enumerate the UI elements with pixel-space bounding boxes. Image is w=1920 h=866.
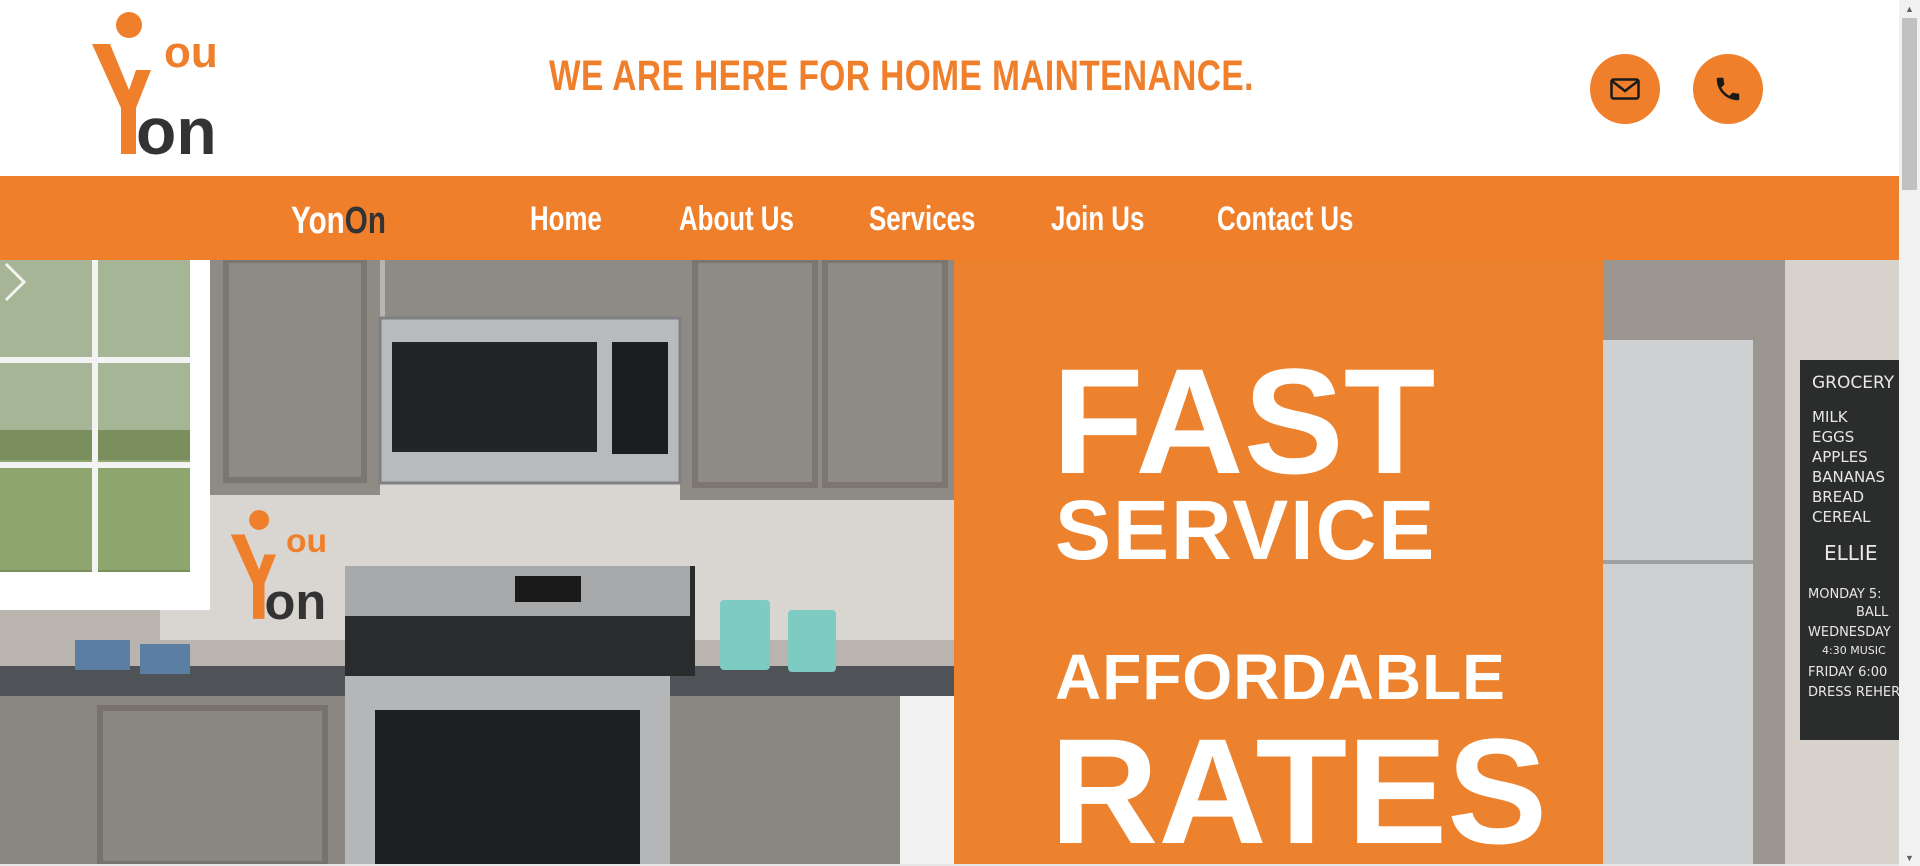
header-tagline: WE ARE HERE FOR HOME MAINTENANCE. bbox=[549, 52, 1254, 100]
phone-icon bbox=[1716, 77, 1740, 101]
chalkboard-line: BANANAS bbox=[1812, 468, 1885, 486]
nav-item-about-us[interactable]: About Us bbox=[679, 200, 794, 239]
chalkboard-line: WEDNESDAY bbox=[1808, 625, 1891, 640]
chalkboard-line: ELLIE bbox=[1824, 541, 1877, 565]
chalkboard-line: GROCERY L bbox=[1812, 373, 1899, 393]
scroll-up-arrow-icon[interactable]: ▲ bbox=[1899, 0, 1920, 17]
nav-item-home[interactable]: Home bbox=[530, 200, 602, 239]
logo-bottom-text: on bbox=[136, 94, 217, 162]
main-nav: YonOn Home About Us Services Join Us Con… bbox=[0, 176, 1899, 260]
overlay-logo-top-text: ou bbox=[286, 522, 327, 560]
chalkboard-line: EGGS bbox=[1812, 428, 1854, 446]
chalkboard-line: FRIDAY 6:00 bbox=[1808, 665, 1887, 680]
nav-item-contact-us[interactable]: Contact Us bbox=[1217, 200, 1353, 239]
hero-headline-service: SERVICE bbox=[1055, 483, 1437, 577]
chalkboard-line: BREAD bbox=[1812, 488, 1864, 506]
hero-overlay-logo: ou on bbox=[230, 510, 327, 625]
mail-icon bbox=[1610, 78, 1640, 100]
brand-logo[interactable]: ou on bbox=[92, 12, 227, 168]
chalkboard-line: CEREAL bbox=[1812, 508, 1871, 526]
site-header: ou on WE ARE HERE FOR HOME MAINTENANCE. bbox=[0, 0, 1899, 176]
nav-item-services[interactable]: Services bbox=[869, 200, 975, 239]
overlay-logo-bottom-text: on bbox=[264, 573, 326, 625]
chalkboard: GROCERY L MILK EGGS APPLES BANANAS BREAD… bbox=[1808, 373, 1899, 700]
hero-headline-rates: RATES bbox=[1050, 707, 1548, 864]
chalkboard-line: BALL bbox=[1856, 605, 1889, 620]
chalkboard-line: MONDAY 5: bbox=[1808, 587, 1882, 602]
scroll-down-arrow-icon[interactable]: ▼ bbox=[1899, 849, 1920, 866]
nav-brand-part2: On bbox=[344, 200, 386, 242]
scrollbar-thumb[interactable] bbox=[1902, 18, 1917, 190]
email-button[interactable] bbox=[1590, 54, 1660, 124]
chalkboard-line: MILK bbox=[1812, 408, 1849, 426]
phone-button[interactable] bbox=[1693, 54, 1763, 124]
logo-top-text: ou bbox=[164, 28, 218, 77]
nav-item-join-us[interactable]: Join Us bbox=[1051, 200, 1144, 239]
nav-brand-part1: Yon bbox=[291, 200, 345, 242]
chevron-right-icon[interactable] bbox=[0, 260, 30, 304]
chalkboard-line: APPLES bbox=[1812, 448, 1868, 466]
hero-slider: ou on GROCERY L MILK EGGS APPLES BANANAS… bbox=[0, 260, 1899, 864]
chalkboard-line: 4:30 MUSIC bbox=[1822, 644, 1886, 657]
hero-headline-affordable: AFFORDABLE bbox=[1055, 641, 1506, 713]
vertical-scrollbar[interactable]: ▲ ▼ bbox=[1899, 0, 1920, 866]
hero-headline-fast: FAST bbox=[1052, 337, 1436, 505]
chalkboard-line: DRESS REHER bbox=[1808, 685, 1899, 700]
nav-brand[interactable]: YonOn bbox=[291, 200, 386, 243]
